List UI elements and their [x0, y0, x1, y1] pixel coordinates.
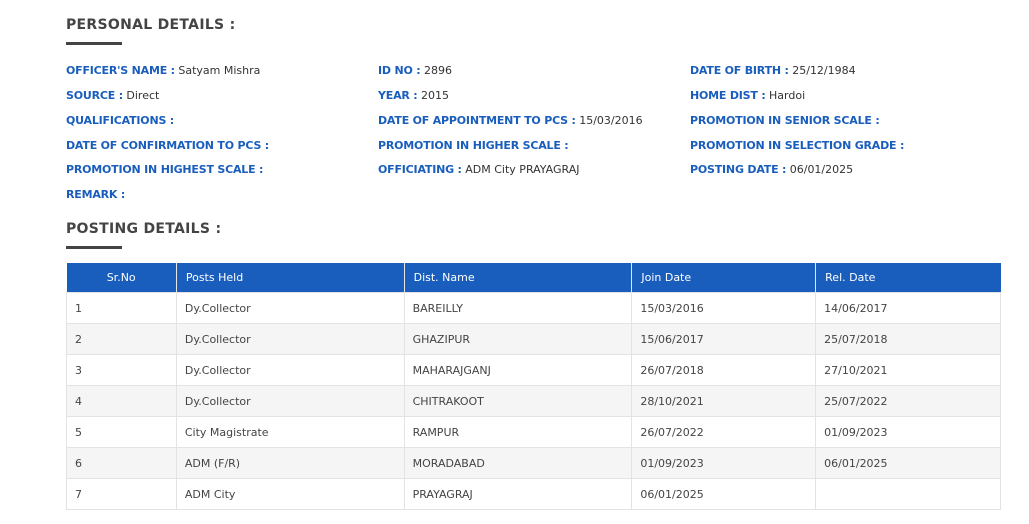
cell-posts-held: Dy.Collector [175, 385, 405, 417]
table-row: 3 Dy.Collector MAHARAJGANJ 26/07/2018 27… [66, 354, 1001, 386]
column-header-sr-no: Sr.No [66, 263, 177, 293]
cell-sr-no: 6 [66, 447, 177, 479]
field-officer-name: OFFICER'S NAME : Satyam Mishra [66, 64, 260, 77]
cell-join-date: 26/07/2022 [631, 416, 817, 448]
field-label: DATE OF APPOINTMENT TO PCS : [378, 114, 576, 127]
field-qualifications: QUALIFICATIONS : [66, 114, 174, 127]
field-label: DATE OF BIRTH : [690, 64, 789, 77]
cell-join-date: 28/10/2021 [631, 385, 817, 417]
field-posting-date: POSTING DATE : 06/01/2025 [690, 163, 853, 176]
cell-dist-name: MAHARAJGANJ [403, 354, 633, 386]
cell-posts-held: Dy.Collector [175, 354, 405, 386]
cell-join-date: 06/01/2025 [631, 478, 817, 510]
cell-join-date: 26/07/2018 [631, 354, 817, 386]
field-label: QUALIFICATIONS : [66, 114, 175, 127]
field-value: 06/01/2025 [789, 163, 854, 176]
field-promotion-highest-scale: PROMOTION IN HIGHEST SCALE : [66, 163, 263, 176]
cell-dist-name: RAMPUR [403, 416, 633, 448]
field-label: PROMOTION IN HIGHEST SCALE : [66, 163, 264, 176]
field-id-no: ID NO : 2896 [378, 64, 452, 77]
field-promotion-selection-grade: PROMOTION IN SELECTION GRADE : [690, 139, 904, 152]
cell-rel-date [815, 478, 1001, 510]
field-label: YEAR : [378, 89, 418, 102]
field-value: Hardoi [769, 89, 806, 102]
cell-rel-date: 06/01/2025 [815, 447, 1001, 479]
table-row: 4 Dy.Collector CHITRAKOOT 28/10/2021 25/… [66, 385, 1001, 417]
cell-sr-no: 5 [66, 416, 177, 448]
cell-sr-no: 3 [66, 354, 177, 386]
cell-dist-name: GHAZIPUR [403, 323, 633, 355]
cell-join-date: 01/09/2023 [631, 447, 817, 479]
column-header-posts-held: Posts Held [176, 263, 405, 293]
field-label: HOME DIST : [690, 89, 766, 102]
field-label: REMARK : [66, 188, 126, 201]
field-label: OFFICER'S NAME : [66, 64, 175, 77]
cell-dist-name: BAREILLY [403, 292, 633, 324]
cell-rel-date: 27/10/2021 [815, 354, 1001, 386]
posting-details-heading: POSTING DETAILS : [66, 221, 222, 237]
field-promotion-senior-scale: PROMOTION IN SENIOR SCALE : [690, 114, 880, 127]
field-label: DATE OF CONFIRMATION TO PCS : [66, 139, 270, 152]
cell-posts-held: Dy.Collector [175, 323, 405, 355]
field-label: PROMOTION IN SENIOR SCALE : [690, 114, 880, 127]
personal-details-heading: PERSONAL DETAILS : [66, 17, 236, 33]
cell-posts-held: City Magistrate [175, 416, 405, 448]
cell-posts-held: ADM City [175, 478, 405, 510]
field-label: POSTING DATE : [690, 163, 787, 176]
column-header-rel-date: Rel. Date [815, 263, 1001, 293]
cell-rel-date: 25/07/2022 [815, 385, 1001, 417]
cell-posts-held: ADM (F/R) [175, 447, 405, 479]
field-promotion-higher-scale: PROMOTION IN HIGHER SCALE : [378, 139, 569, 152]
field-date-of-confirmation: DATE OF CONFIRMATION TO PCS : [66, 139, 269, 152]
table-header-row: Sr.No Posts Held Dist. Name Join Date Re… [66, 263, 1001, 293]
cell-rel-date: 01/09/2023 [815, 416, 1001, 448]
cell-rel-date: 14/06/2017 [815, 292, 1001, 324]
cell-sr-no: 4 [66, 385, 177, 417]
table-row: 6 ADM (F/R) MORADABAD 01/09/2023 06/01/2… [66, 447, 1001, 479]
table-row: 5 City Magistrate RAMPUR 26/07/2022 01/0… [66, 416, 1001, 448]
field-label: PROMOTION IN SELECTION GRADE : [690, 139, 905, 152]
cell-dist-name: MORADABAD [403, 447, 633, 479]
field-value: 2015 [421, 89, 449, 102]
field-officiating: OFFICIATING : ADM City PRAYAGRAJ [378, 163, 580, 176]
posting-details-underline [66, 246, 122, 249]
cell-dist-name: CHITRAKOOT [403, 385, 633, 417]
field-label: OFFICIATING : [378, 163, 462, 176]
field-value: Satyam Mishra [178, 64, 261, 77]
field-value: 15/03/2016 [579, 114, 643, 127]
cell-rel-date: 25/07/2018 [815, 323, 1001, 355]
field-value: ADM City PRAYAGRAJ [465, 163, 580, 176]
table-row: 1 Dy.Collector BAREILLY 15/03/2016 14/06… [66, 292, 1001, 324]
field-year: YEAR : 2015 [378, 89, 449, 102]
field-remark: REMARK : [66, 188, 125, 201]
cell-dist-name: PRAYAGRAJ [403, 478, 633, 510]
column-header-dist-name: Dist. Name [404, 263, 633, 293]
field-label: ID NO : [378, 64, 421, 77]
field-home-dist: HOME DIST : Hardoi [690, 89, 805, 102]
field-value: 2896 [423, 64, 452, 77]
field-source: SOURCE : Direct [66, 89, 159, 102]
field-date-of-birth: DATE OF BIRTH : 25/12/1984 [690, 64, 856, 77]
cell-join-date: 15/06/2017 [631, 323, 817, 355]
cell-join-date: 15/03/2016 [631, 292, 817, 324]
field-value: 25/12/1984 [792, 64, 856, 77]
posting-details-table: Sr.No Posts Held Dist. Name Join Date Re… [66, 263, 1001, 510]
cell-posts-held: Dy.Collector [175, 292, 405, 324]
field-value: Direct [126, 89, 160, 102]
table-row: 7 ADM City PRAYAGRAJ 06/01/2025 [66, 478, 1001, 510]
cell-sr-no: 7 [66, 478, 177, 510]
officer-profile-page: PERSONAL DETAILS : OFFICER'S NAME : Saty… [0, 0, 1029, 524]
column-header-join-date: Join Date [631, 263, 817, 293]
table-row: 2 Dy.Collector GHAZIPUR 15/06/2017 25/07… [66, 323, 1001, 355]
cell-sr-no: 2 [66, 323, 177, 355]
cell-sr-no: 1 [66, 292, 177, 324]
field-label: PROMOTION IN HIGHER SCALE : [378, 139, 569, 152]
field-date-of-appointment: DATE OF APPOINTMENT TO PCS : 15/03/2016 [378, 114, 643, 127]
field-label: SOURCE : [66, 89, 123, 102]
personal-details-underline [66, 42, 122, 45]
